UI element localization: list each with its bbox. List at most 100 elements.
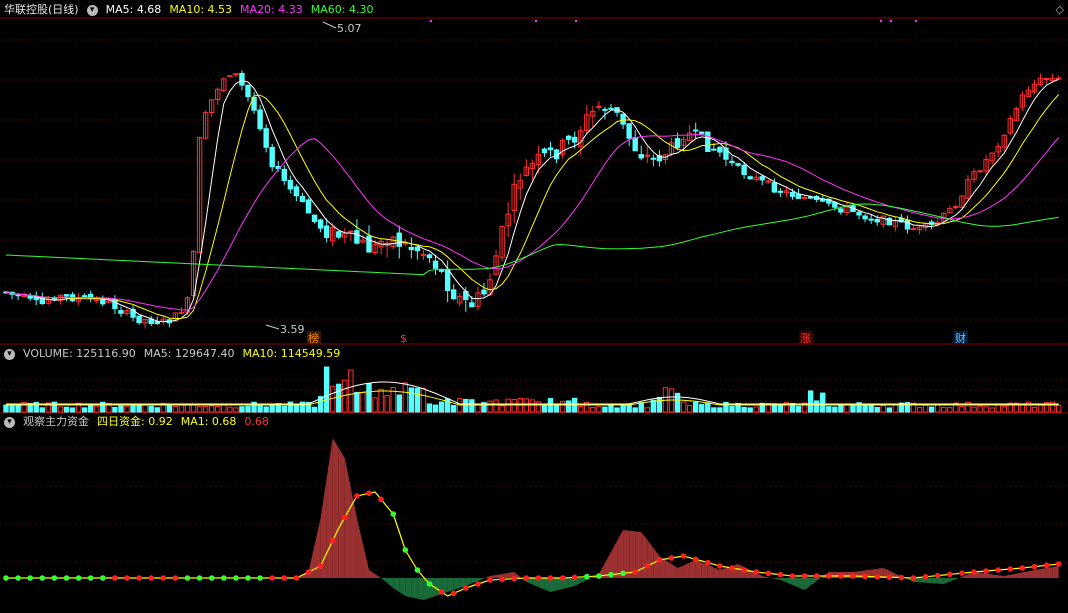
volume-bar (729, 406, 735, 413)
fund-dot (281, 575, 288, 581)
volume-bar (632, 407, 638, 413)
fund-area (998, 575, 1005, 578)
fund-area (792, 578, 799, 588)
fund-dot (910, 575, 917, 581)
fund-dot (208, 575, 215, 581)
fund-area (338, 448, 345, 578)
fund-dot (850, 573, 856, 579)
fund-dot (100, 575, 106, 581)
candle-body (693, 129, 699, 132)
volume-bar (94, 405, 100, 413)
volume-bar (674, 392, 681, 413)
volume-bar (487, 400, 493, 413)
fund-dot (245, 575, 251, 581)
volume-bar (741, 406, 747, 413)
fund-dot (136, 575, 142, 581)
candle-body (317, 219, 324, 229)
fund-dot (124, 575, 130, 581)
candle-body (874, 218, 880, 223)
candle-body (838, 208, 844, 213)
candle-body (366, 235, 372, 253)
volume-bar (148, 405, 154, 413)
fund-area (798, 578, 805, 590)
candle-body (910, 228, 917, 231)
volume-bar (971, 406, 977, 413)
fund-dot (753, 569, 759, 575)
fund-dot (1007, 566, 1014, 572)
volume-bar (602, 406, 608, 413)
volume-bar (239, 406, 245, 413)
fund-area (447, 578, 454, 592)
volume-bar (814, 400, 820, 413)
fund-dot (934, 572, 941, 579)
candle-body (953, 206, 959, 209)
fund-dot (898, 574, 905, 581)
volume-bar (57, 406, 64, 413)
fund-area (647, 540, 654, 578)
volume-bar (245, 405, 251, 413)
candle-body (572, 136, 578, 143)
volume-bar (396, 394, 402, 413)
volume-bar (88, 404, 94, 413)
fund-dot (535, 575, 542, 581)
fund-dot (656, 557, 663, 563)
volume-bar (414, 387, 421, 413)
fund-area (955, 576, 962, 580)
fund-area (931, 578, 938, 584)
fund-area (943, 578, 950, 584)
volume-bar (420, 387, 427, 413)
volume-bar (227, 406, 233, 413)
volume-bar (1001, 405, 1007, 413)
fund-dot (27, 575, 33, 581)
high-price-label: 5.07 (337, 22, 362, 35)
candle-body (602, 108, 608, 111)
volume-bar (63, 406, 70, 413)
candle-body (711, 148, 717, 151)
candle-body (741, 164, 747, 175)
volume-bars (3, 366, 1062, 413)
fund-dot (63, 575, 70, 581)
candle-body (269, 146, 275, 168)
fund-area (369, 570, 376, 578)
volume-bar (372, 397, 378, 413)
candle-body (759, 176, 765, 181)
candle-body (481, 289, 487, 295)
volume-bar (868, 405, 874, 413)
chart-canvas[interactable]: 5.07 3.59榜 $ 涨 财 (0, 0, 1068, 613)
fund-dot (547, 575, 554, 581)
candle-body (620, 113, 626, 125)
candle-body (626, 123, 632, 139)
candle-body (1043, 77, 1050, 80)
fund-dot (717, 563, 723, 569)
low-price-label: 3.59 (280, 323, 305, 336)
fund-dot (777, 571, 784, 578)
volume-bar (747, 407, 753, 413)
volume-bar (136, 404, 142, 413)
candle-body (263, 128, 269, 148)
candle-body (856, 211, 862, 216)
volume-bar (257, 404, 263, 413)
fund-dot (233, 575, 239, 581)
fund-dot (414, 567, 421, 573)
volume-bar (215, 405, 221, 413)
fund-area (1028, 570, 1035, 578)
fund-dot (160, 575, 167, 581)
fund-dot (680, 553, 687, 559)
candle-body (650, 157, 657, 160)
volume-bar (154, 407, 160, 413)
fund-dot (596, 573, 602, 579)
fund-area (665, 560, 672, 578)
volume-bar (711, 407, 717, 413)
fund-area (810, 578, 817, 586)
fund-area (986, 573, 993, 578)
volume-bar (680, 401, 687, 413)
volume-bar (838, 404, 844, 413)
fund-dot (184, 575, 191, 581)
fund-area (641, 532, 648, 578)
volume-bar (553, 404, 560, 413)
fund-dot (450, 590, 457, 597)
volume-bar (112, 406, 118, 413)
candle-body (541, 148, 548, 154)
fund-area (719, 568, 726, 578)
fund-area (713, 567, 720, 578)
